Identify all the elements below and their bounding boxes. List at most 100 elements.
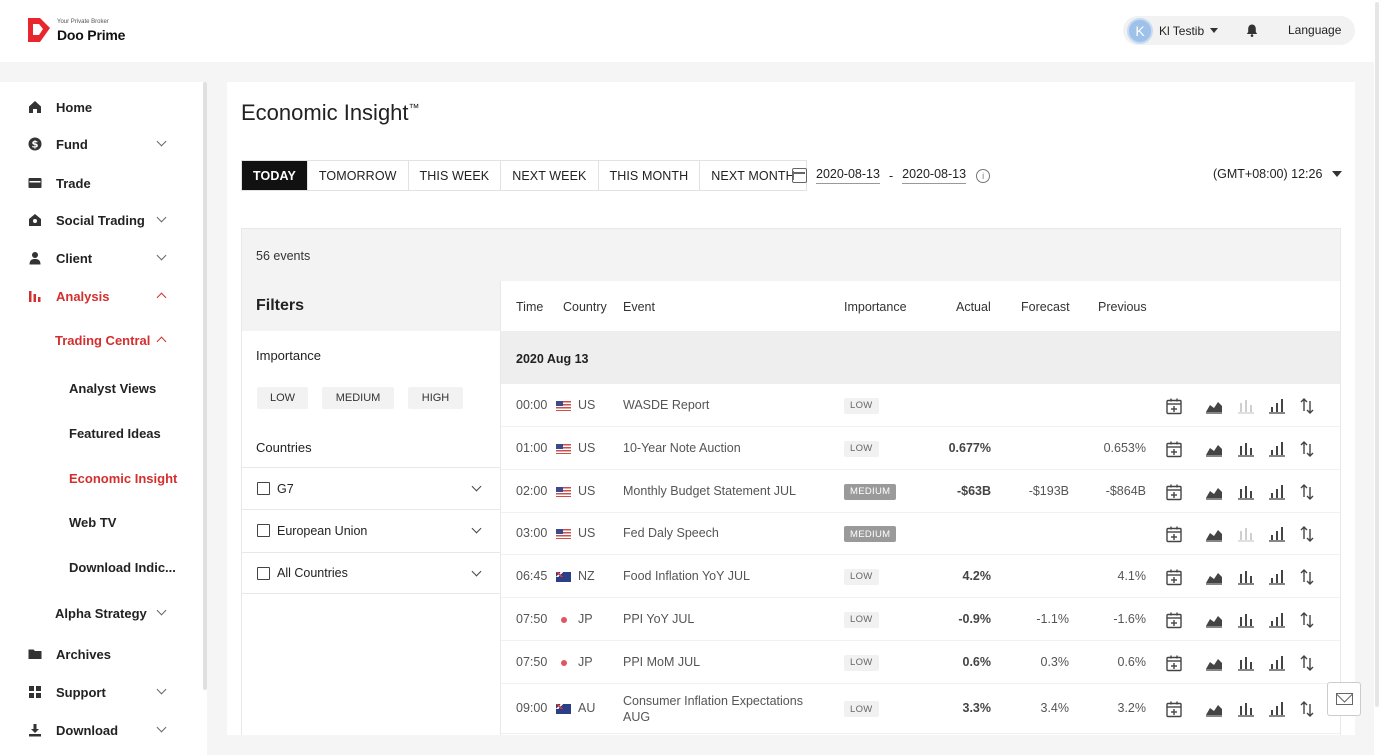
tab-this-month[interactable]: THIS MONTH <box>599 161 701 190</box>
country-row-all[interactable]: All Countries <box>242 552 501 594</box>
sort-arrows-icon[interactable] <box>1298 525 1316 543</box>
event-name[interactable]: Monthly Budget Statement JUL <box>623 484 796 498</box>
bar-chart-icon[interactable] <box>1268 525 1286 543</box>
info-icon[interactable]: i <box>976 168 991 183</box>
event-name[interactable]: Fed Daly Speech <box>623 526 719 540</box>
event-name[interactable]: PPI YoY JUL <box>623 612 694 626</box>
table-row[interactable]: 00:00 US WASDE Report LOW <box>501 384 1340 427</box>
calendar-icon[interactable] <box>792 168 807 183</box>
add-calendar-icon[interactable] <box>1165 397 1183 415</box>
sidebar-scrollbar[interactable] <box>203 82 207 690</box>
sidebar-item-support[interactable]: Support <box>0 681 200 703</box>
page-scrollbar-thumb[interactable] <box>1375 2 1379 707</box>
date-from-input[interactable]: 2020-08-13 <box>816 167 880 184</box>
table-row[interactable]: 09:00 AU Consumer Inflation Expectations AU… <box>501 684 1340 734</box>
history-bars-icon[interactable] <box>1237 700 1255 718</box>
sidebar-item-client[interactable]: Client <box>0 247 200 269</box>
event-name[interactable]: PPI MoM JUL <box>623 655 700 669</box>
sidebar-item-fund[interactable]: $ Fund <box>0 133 200 155</box>
bar-chart-icon[interactable] <box>1268 611 1286 629</box>
sort-arrows-icon[interactable] <box>1298 611 1316 629</box>
language-selector[interactable]: Language <box>1288 23 1341 37</box>
add-calendar-icon[interactable] <box>1165 483 1183 501</box>
event-name[interactable]: Food Inflation YoY JUL <box>623 569 750 583</box>
sidebar-item-trading-central[interactable]: Trading Central <box>0 329 200 351</box>
tab-tomorrow[interactable]: TOMORROW <box>308 161 409 190</box>
importance-high-button[interactable]: HIGH <box>408 387 463 409</box>
table-row[interactable]: 01:00 US 10-Year Note Auction LOW 0.677% 0.65… <box>501 427 1340 470</box>
sidebar-sub-web-tv[interactable]: Web TV <box>69 515 116 530</box>
sidebar-sub-analyst-views[interactable]: Analyst Views <box>69 381 156 396</box>
bar-chart-icon[interactable] <box>1268 483 1286 501</box>
history-bars-icon[interactable] <box>1237 483 1255 501</box>
event-name[interactable]: Consumer Inflation Expectations AUG <box>623 693 803 725</box>
sidebar-sub-download-indicators[interactable]: Download Indic... <box>69 560 176 575</box>
message-button[interactable] <box>1327 682 1361 716</box>
area-chart-icon[interactable] <box>1205 440 1223 458</box>
tab-next-month[interactable]: NEXT MONTH <box>700 161 805 190</box>
area-chart-icon[interactable] <box>1205 654 1223 672</box>
bar-chart-icon[interactable] <box>1268 440 1286 458</box>
history-bars-icon[interactable] <box>1237 568 1255 586</box>
country-row-g7[interactable]: G7 <box>242 467 501 509</box>
sidebar-item-download[interactable]: Download <box>0 719 200 741</box>
history-bars-icon[interactable] <box>1237 397 1255 415</box>
chevron-down-icon[interactable] <box>471 566 482 577</box>
table-row[interactable]: 03:00 US Fed Daly Speech MEDIUM <box>501 513 1340 555</box>
area-chart-icon[interactable] <box>1205 483 1223 501</box>
sort-arrows-icon[interactable] <box>1298 654 1316 672</box>
table-row[interactable]: 07:50 JP PPI MoM JUL LOW 0.6% 0.3% 0.6% <box>501 641 1340 684</box>
timezone-select[interactable]: (GMT+08:00) 12:26 <box>1213 167 1343 181</box>
bar-chart-icon[interactable] <box>1268 654 1286 672</box>
area-chart-icon[interactable] <box>1205 525 1223 543</box>
importance-low-button[interactable]: LOW <box>257 387 308 409</box>
area-chart-icon[interactable] <box>1205 700 1223 718</box>
area-chart-icon[interactable] <box>1205 611 1223 629</box>
avatar[interactable]: K <box>1127 17 1153 44</box>
add-calendar-icon[interactable] <box>1165 440 1183 458</box>
all-countries-checkbox[interactable] <box>257 566 270 580</box>
area-chart-icon[interactable] <box>1205 397 1223 415</box>
sort-arrows-icon[interactable] <box>1298 397 1316 415</box>
sidebar-item-analysis[interactable]: Analysis <box>0 285 200 307</box>
bar-chart-icon[interactable] <box>1268 700 1286 718</box>
sidebar-item-trade[interactable]: Trade <box>0 172 200 194</box>
sidebar-sub-economic-insight[interactable]: Economic Insight <box>69 471 177 486</box>
history-bars-icon[interactable] <box>1237 525 1255 543</box>
history-bars-icon[interactable] <box>1237 654 1255 672</box>
table-row[interactable]: 02:00 US Monthly Budget Statement JUL MEDIU… <box>501 470 1340 513</box>
add-calendar-icon[interactable] <box>1165 611 1183 629</box>
event-name[interactable]: 10-Year Note Auction <box>623 441 741 455</box>
user-name[interactable]: Kl Testib <box>1159 24 1204 38</box>
tab-next-week[interactable]: NEXT WEEK <box>501 161 599 190</box>
eu-checkbox[interactable] <box>257 524 270 537</box>
sort-arrows-icon[interactable] <box>1298 440 1316 458</box>
date-to-input[interactable]: 2020-08-13 <box>902 167 967 184</box>
table-row[interactable]: 06:45 NZ Food Inflation YoY JUL LOW 4.2% 4.1% <box>501 555 1340 598</box>
add-calendar-icon[interactable] <box>1165 654 1183 672</box>
sort-arrows-icon[interactable] <box>1298 568 1316 586</box>
bar-chart-icon[interactable] <box>1268 568 1286 586</box>
history-bars-icon[interactable] <box>1237 440 1255 458</box>
table-row[interactable]: 07:50 JP PPI YoY JUL LOW -0.9% -1.1% -1.6% <box>501 598 1340 641</box>
bar-chart-icon[interactable] <box>1268 397 1286 415</box>
sidebar-sub-featured-ideas[interactable]: Featured Ideas <box>69 426 161 441</box>
importance-medium-button[interactable]: MEDIUM <box>322 387 394 409</box>
sort-arrows-icon[interactable] <box>1298 483 1316 501</box>
sidebar-item-alpha-strategy[interactable]: Alpha Strategy <box>0 602 200 624</box>
chevron-down-icon[interactable] <box>1210 28 1219 33</box>
event-name[interactable]: WASDE Report <box>623 398 709 412</box>
history-bars-icon[interactable] <box>1237 611 1255 629</box>
sidebar-item-home[interactable]: Home <box>0 96 200 118</box>
sidebar-item-social-trading[interactable]: Social Trading <box>0 209 200 231</box>
add-calendar-icon[interactable] <box>1165 525 1183 543</box>
sort-arrows-icon[interactable] <box>1298 700 1316 718</box>
bell-icon[interactable] <box>1246 24 1258 37</box>
doo-prime-logo[interactable]: Your Private Broker Doo Prime <box>28 17 125 43</box>
g7-checkbox[interactable] <box>257 482 270 495</box>
chevron-down-icon[interactable] <box>471 481 482 492</box>
tab-today[interactable]: TODAY <box>242 161 308 190</box>
tab-this-week[interactable]: THIS WEEK <box>409 161 502 190</box>
country-row-eu[interactable]: European Union <box>242 509 501 551</box>
add-calendar-icon[interactable] <box>1165 700 1183 718</box>
